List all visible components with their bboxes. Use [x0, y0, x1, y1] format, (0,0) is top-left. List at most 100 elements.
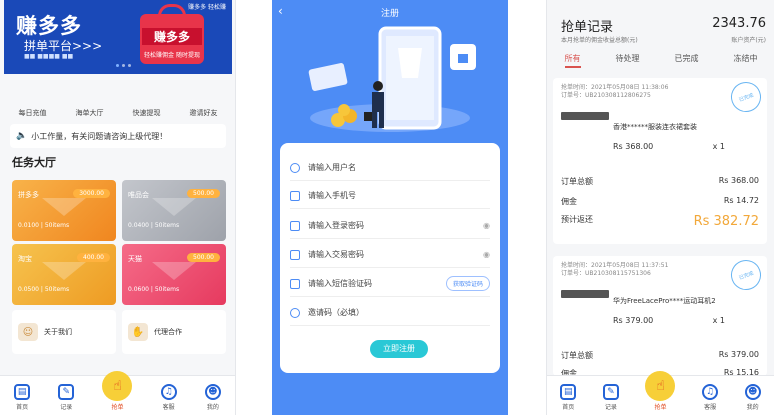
user-icon: ☻	[204, 384, 221, 400]
login-password-field[interactable]: 请输入登录密码 ◉	[290, 213, 490, 239]
section-title: 任务大厅	[12, 156, 56, 169]
register-button[interactable]: 立即注册	[370, 340, 428, 358]
invite-code-field[interactable]: 邀请码（必填）	[290, 300, 490, 326]
product-thumbnail	[561, 290, 609, 298]
menu-item[interactable]: 邀请好友	[190, 108, 218, 118]
order-time: 抢单时间：2021年05月08日 11:38:06	[561, 84, 669, 91]
home-screen: 赚多多 拼单平台>>> ■■ ■■■■ ■■ 赚多多 轻松赚佣金 随时提现 赚多…	[0, 0, 236, 415]
task-card-taobao[interactable]: 淘宝 400.00 0.0500 | 50items	[12, 244, 116, 305]
bottom-tabbar: ▤ 首页 ✎ 记录 ☝ 抢单 ♫ 客服 ☻ 我的	[0, 371, 235, 415]
sms-code-field[interactable]: 请输入短信验证码 获取验证码	[290, 271, 490, 297]
lock-icon	[290, 249, 300, 260]
order-header: 抢单时间：2021年05月08日 11:37:51 订单号：UB21030811…	[561, 262, 668, 278]
card-price: 500.00	[187, 189, 220, 198]
card-price: 500.00	[187, 253, 220, 262]
eye-icon[interactable]: ◉	[483, 250, 490, 259]
records-screen: 抢单记录 本月抢单的佣金收益总额(元) 2343.76 账户资产(元) 所有 待…	[546, 0, 774, 415]
about-us-tile[interactable]: ☺ 关于我们	[12, 310, 116, 354]
tab-mine[interactable]: ☻ 我的	[744, 384, 761, 411]
page-subtitle: 本月抢单的佣金收益总额(元)	[561, 37, 638, 44]
status-tabs: 所有 待处理 已完成 冻结中	[547, 53, 774, 68]
invite-code-placeholder: 邀请码（必填）	[308, 308, 364, 317]
product-name: 华为FreeLacePro****运动耳机2	[613, 297, 716, 305]
notice-text: 小工作量，有关问题请咨询上级代理！	[31, 131, 168, 141]
tab-home[interactable]: ▤ 首页	[560, 384, 577, 411]
eye-icon[interactable]: ◉	[483, 221, 490, 230]
tab-support[interactable]: ♫ 客服	[702, 384, 719, 411]
tab-all[interactable]: 所有	[564, 53, 581, 68]
handshake-icon: ✋	[128, 323, 148, 341]
person-icon	[290, 307, 300, 318]
get-code-button[interactable]: 获取验证码	[445, 276, 490, 291]
tab-pending[interactable]: 待处理	[616, 53, 640, 68]
menu-item[interactable]: 海单大厅	[76, 108, 104, 118]
sms-code-placeholder: 请输入短信验证码	[308, 279, 372, 288]
menu-item[interactable]: 每日充值	[19, 108, 47, 118]
tab-home[interactable]: ▤ 首页	[14, 384, 31, 411]
phone-icon	[290, 190, 300, 201]
card-name: 唯品会	[128, 191, 149, 199]
card-detail: 0.0600 | 50items	[128, 286, 180, 293]
task-card-vip[interactable]: 唯品会 500.00 0.0400 | 50items	[122, 180, 226, 241]
tab-grab-order[interactable]: ☝ 抢单	[645, 371, 676, 411]
phone-placeholder: 请输入手机号	[308, 191, 356, 200]
headset-icon: ♫	[702, 384, 719, 400]
total-amount-label: 账户资产(元)	[731, 37, 766, 44]
pen-icon: ✎	[602, 384, 619, 400]
order-total-row: 订单总额 Rs 368.00	[561, 176, 759, 186]
order-time: 抢单时间：2021年05月08日 11:37:51	[561, 262, 669, 269]
completed-stamp-icon: 已完成	[726, 255, 766, 295]
product-name: 香港******服装连衣裙套装	[613, 123, 697, 131]
banner-corner-text: 赚多多 轻松赚	[188, 4, 226, 11]
speaker-icon: 🔈	[16, 131, 28, 141]
card-detail: 0.0100 | 50items	[18, 222, 70, 229]
headset-icon: ♫	[160, 384, 177, 400]
user-icon	[290, 162, 300, 173]
tab-grab-order[interactable]: ☝ 抢单	[102, 371, 133, 411]
banner-small-text: ■■ ■■■■ ■■	[24, 53, 74, 60]
shield-check-icon	[290, 278, 300, 289]
register-form: 请输入用户名 请输入手机号 请输入登录密码 ◉ 请输入交易密码 ◉ 请输入短信验…	[280, 143, 500, 373]
card-name: 天猫	[128, 255, 142, 263]
card-name: 拼多多	[18, 191, 39, 199]
product-thumbnail	[561, 112, 609, 120]
product-quantity: x 1	[712, 142, 725, 151]
trade-password-placeholder: 请输入交易密码	[308, 250, 364, 259]
tab-records[interactable]: ✎ 记录	[58, 384, 75, 411]
order-number: 订单号：UB210308115751306	[561, 270, 651, 277]
home-icon: ▤	[14, 384, 31, 400]
banner-title: 赚多多	[16, 14, 82, 38]
bag-subtext: 轻松赚佣金 随时提现	[144, 52, 200, 59]
tile-label: 代理合作	[154, 328, 182, 336]
register-illustration	[308, 26, 476, 132]
order-card[interactable]: 抢单时间：2021年05月08日 11:37:51 订单号：UB21030811…	[553, 255, 767, 378]
carousel-dots[interactable]	[116, 64, 131, 67]
hand-tap-icon: ☝	[645, 371, 676, 401]
order-card[interactable]: 抢单时间：2021年05月08日 11:38:06 订单号：UB21030811…	[553, 77, 767, 244]
product-price: Rs 379.00	[613, 316, 654, 325]
home-icon: ▤	[560, 384, 577, 400]
tab-records[interactable]: ✎ 记录	[602, 384, 619, 411]
menu-item[interactable]: 快速提现	[133, 108, 161, 118]
tab-frozen[interactable]: 冻结中	[734, 53, 758, 68]
agent-cooperation-tile[interactable]: ✋ 代理合作	[122, 310, 226, 354]
pen-icon: ✎	[58, 384, 75, 400]
expected-return-row: 预计返还 Rs 382.72	[561, 214, 759, 229]
tab-completed[interactable]: 已完成	[675, 53, 699, 68]
total-amount: 2343.76	[712, 16, 766, 31]
tab-support[interactable]: ♫ 客服	[160, 384, 177, 411]
promo-banner[interactable]: 赚多多 拼单平台>>> ■■ ■■■■ ■■ 赚多多 轻松赚佣金 随时提现 赚多…	[4, 0, 232, 74]
register-screen: ‹ 注册 请输入用户名 请输入手机号 请输入登录密码 ◉ 请输入交易密码 ◉ 请…	[272, 0, 508, 415]
notice-bar[interactable]: 🔈 小工作量，有关问题请咨询上级代理！	[10, 124, 226, 148]
tab-mine[interactable]: ☻ 我的	[204, 384, 221, 411]
trade-password-field[interactable]: 请输入交易密码 ◉	[290, 242, 490, 268]
phone-field[interactable]: 请输入手机号	[290, 183, 490, 209]
card-name: 淘宝	[18, 255, 32, 263]
username-field[interactable]: 请输入用户名	[290, 155, 490, 181]
task-card-tmall[interactable]: 天猫 500.00 0.0600 | 50items	[122, 244, 226, 305]
order-total-row: 订单总额 Rs 379.00	[561, 350, 759, 360]
login-password-placeholder: 请输入登录密码	[308, 221, 364, 230]
task-card-pinduoduo[interactable]: 拼多多 3000.00 0.0100 | 50items	[12, 180, 116, 241]
order-number: 订单号：UB210308112806275	[561, 92, 651, 99]
quick-menu: 每日充值 海单大厅 快速提现 邀请好友	[4, 108, 232, 118]
